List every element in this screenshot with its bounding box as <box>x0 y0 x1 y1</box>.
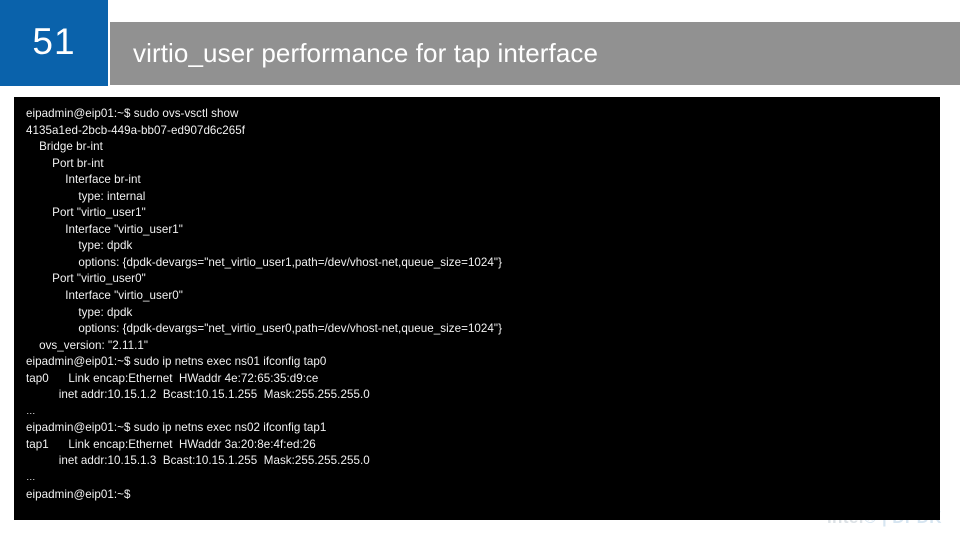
slide-number-label: 51 <box>32 20 76 62</box>
slide-header: 51 virtio_user performance for tap inter… <box>0 0 960 96</box>
terminal-line: eipadmin@eip01:~$ sudo ip netns exec ns0… <box>26 421 327 435</box>
terminal-line: Interface br-int <box>26 173 141 187</box>
terminal-line: eipadmin@eip01:~$ sudo ovs-vsctl show <box>26 107 239 120</box>
terminal-line: eipadmin@eip01:~$ <box>26 487 131 501</box>
terminal-line: ovs_version: "2.11.1" <box>26 338 149 352</box>
title-band: virtio_user performance for tap interfac… <box>110 22 960 85</box>
terminal-line: 4135a1ed-2bcb-449a-bb07-ed907d6c265f <box>26 123 246 137</box>
terminal-line: Port "virtio_user0" <box>26 272 146 286</box>
terminal-line: options: {dpdk-devargs="net_virtio_user1… <box>26 255 503 269</box>
terminal-line: tap0 Link encap:Ethernet HWaddr 4e:72:65… <box>26 371 319 385</box>
terminal-line: tap1 Link encap:Ethernet HWaddr 3a:20:8e… <box>26 437 316 451</box>
terminal-screenshot-panel: eipadmin@eip01:~$ sudo ovs-vsctl show 413… <box>14 97 940 520</box>
terminal-line: eipadmin@eip01:~$ sudo ip netns exec ns0… <box>26 355 327 369</box>
terminal-line: Interface "virtio_user1" <box>26 222 183 236</box>
terminal-line: Port "virtio_user1" <box>26 206 146 220</box>
terminal-line: … <box>26 405 36 417</box>
terminal-line: type: internal <box>26 189 146 203</box>
terminal-line: inet addr:10.15.1.3 Bcast:10.15.1.255 Ma… <box>26 454 370 468</box>
terminal-line: type: dpdk <box>26 239 133 253</box>
page-title: virtio_user performance for tap interfac… <box>133 38 599 68</box>
terminal-output: eipadmin@eip01:~$ sudo ovs-vsctl show 413… <box>14 106 940 503</box>
terminal-line: type: dpdk <box>26 305 133 319</box>
terminal-line: Bridge br-int <box>26 140 103 154</box>
terminal-line: Port br-int <box>26 156 104 170</box>
slide-number-badge: 51 <box>0 0 108 86</box>
terminal-line: inet addr:10.15.1.2 Bcast:10.15.1.255 Ma… <box>26 388 370 402</box>
terminal-line: Interface "virtio_user0" <box>26 289 183 303</box>
terminal-line: … <box>26 472 36 484</box>
terminal-line: options: {dpdk-devargs="net_virtio_user0… <box>26 322 503 336</box>
